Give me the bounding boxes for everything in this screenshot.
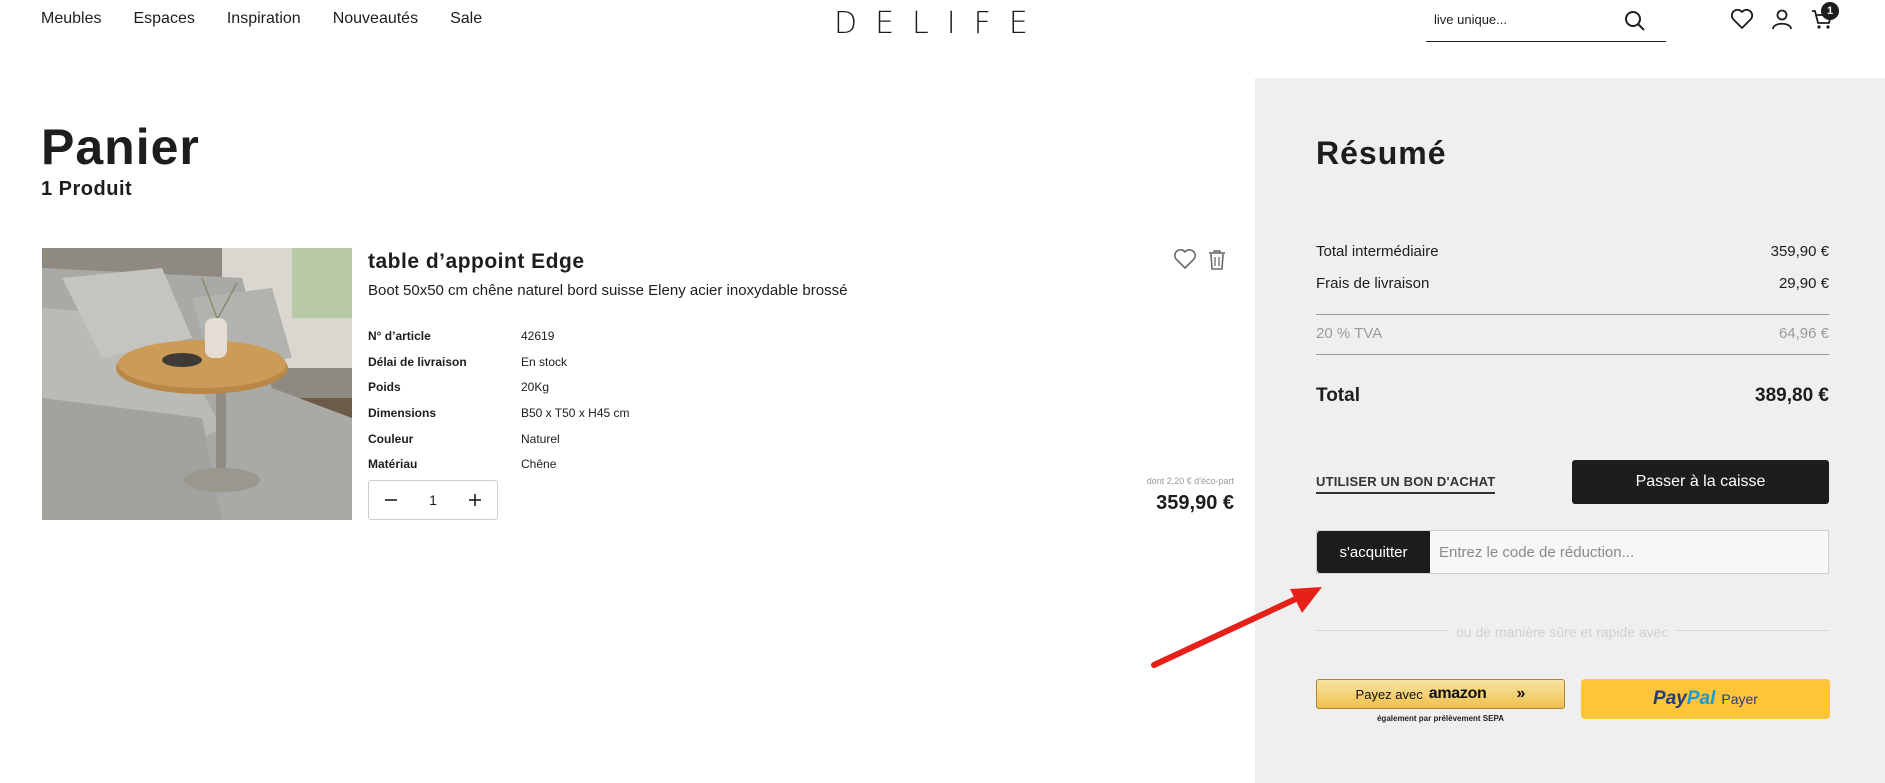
- nav-item-nouveautes[interactable]: Nouveautés: [333, 10, 418, 28]
- spec-key: Poids: [368, 380, 401, 395]
- product-price: 359,90 €: [1156, 492, 1234, 514]
- product-image[interactable]: [42, 248, 352, 520]
- spec-value: En stock: [521, 354, 568, 369]
- search-input[interactable]: [1434, 12, 1614, 27]
- nav-item-meubles[interactable]: Meubles: [41, 10, 101, 28]
- spec-row: Couleur Naturel: [368, 426, 630, 452]
- quantity-value[interactable]: 1: [429, 492, 437, 508]
- use-voucher-link[interactable]: UTILISER UN BON D'ACHAT: [1316, 474, 1496, 494]
- search-icon[interactable]: [1624, 10, 1646, 37]
- paypal-logo-pay: Pay: [1653, 688, 1687, 709]
- or-divider-text: ou de manière sûre et rapide avec: [1448, 624, 1677, 640]
- search-bar: [1426, 4, 1666, 42]
- shipping-label: Frais de livraison: [1316, 275, 1430, 292]
- summary-divider: [1316, 314, 1829, 315]
- checkout-button[interactable]: Passer à la caisse: [1572, 460, 1829, 504]
- trash-icon[interactable]: [1208, 249, 1226, 276]
- amazon-sepa-note: également par prélèvement SEPA: [1376, 714, 1504, 723]
- spec-value: B50 x T50 x H45 cm: [521, 405, 630, 420]
- cart-count-badge: 1: [1821, 2, 1839, 20]
- vat-value: 64,96 €: [1778, 325, 1829, 342]
- spec-key: Matériau: [368, 457, 418, 472]
- spec-value: 42619: [521, 328, 555, 343]
- total-label: Total: [1316, 385, 1360, 406]
- double-chevron-right-icon: »: [1516, 685, 1526, 702]
- amazon-pay-button[interactable]: Payez avec amazon »: [1316, 679, 1565, 709]
- spec-row: Dimensions B50 x T50 x H45 cm: [368, 400, 630, 426]
- product-description: Boot 50x50 cm chêne naturel bord suisse …: [368, 282, 848, 299]
- site-logo[interactable]: DELIFE: [834, 6, 1046, 41]
- favorite-heart-icon[interactable]: [1173, 248, 1197, 275]
- total-row: Total 389,80 €: [1316, 385, 1829, 407]
- spec-value: Chêne: [521, 457, 557, 472]
- spec-row: Matériau Chêne: [368, 451, 630, 477]
- amazon-logo: amazon: [1428, 685, 1487, 702]
- plus-icon[interactable]: [465, 490, 485, 510]
- paypal-logo-pal: Pal: [1686, 688, 1716, 709]
- page-title: Panier: [41, 119, 200, 175]
- vat-label: 20 % TVA: [1316, 325, 1383, 342]
- subtotal-row: Total intermédiaire 359,90 €: [1316, 243, 1829, 260]
- spec-row: Poids 20Kg: [368, 374, 630, 400]
- total-value: 389,80 €: [1755, 385, 1829, 406]
- spec-key: Couleur: [368, 431, 414, 446]
- spec-key: N° d’article: [368, 328, 431, 343]
- quantity-stepper: 1: [368, 480, 498, 520]
- subtotal-value: 359,90 €: [1770, 243, 1829, 260]
- spec-value: Naturel: [521, 431, 560, 446]
- spec-row: Délai de livraison En stock: [368, 349, 630, 375]
- product-count: 1 Produit: [41, 178, 133, 200]
- apply-coupon-button[interactable]: s'acquitter: [1317, 531, 1430, 573]
- spec-row: N° d’article 42619: [368, 323, 630, 349]
- subtotal-label: Total intermédiaire: [1316, 243, 1439, 260]
- main-nav: Meubles Espaces Inspiration Nouveautés S…: [41, 10, 482, 28]
- account-user-icon[interactable]: [1771, 8, 1793, 35]
- summary-divider: [1316, 354, 1829, 355]
- vat-row: 20 % TVA 64,96 €: [1316, 325, 1829, 342]
- shipping-value: 29,90 €: [1778, 275, 1829, 292]
- eco-part-note: dont 2,20 € d'éco-part: [1146, 476, 1234, 486]
- product-specs: N° d’article 42619 Délai de livraison En…: [368, 323, 630, 477]
- summary-panel: [1255, 78, 1885, 783]
- nav-item-inspiration[interactable]: Inspiration: [227, 10, 301, 28]
- summary-title: Résumé: [1316, 135, 1447, 171]
- wishlist-heart-icon[interactable]: [1730, 8, 1754, 35]
- spec-key: Dimensions: [368, 405, 437, 420]
- paypal-button[interactable]: Pay Pal Payer: [1581, 679, 1830, 719]
- paypal-pay-label: Payer: [1721, 691, 1758, 707]
- nav-item-sale[interactable]: Sale: [450, 10, 482, 28]
- nav-item-espaces[interactable]: Espaces: [133, 10, 194, 28]
- spec-value: 20Kg: [521, 380, 550, 395]
- coupon-form: s'acquitter: [1316, 530, 1829, 574]
- minus-icon[interactable]: [381, 490, 401, 510]
- amazon-pay-label: Payez avec: [1355, 686, 1423, 702]
- product-name[interactable]: table d’appoint Edge: [368, 250, 585, 274]
- site-header: Meubles Espaces Inspiration Nouveautés S…: [0, 0, 1885, 60]
- spec-key: Délai de livraison: [368, 354, 467, 369]
- shipping-row: Frais de livraison 29,90 €: [1316, 275, 1829, 292]
- coupon-code-input[interactable]: [1430, 531, 1828, 573]
